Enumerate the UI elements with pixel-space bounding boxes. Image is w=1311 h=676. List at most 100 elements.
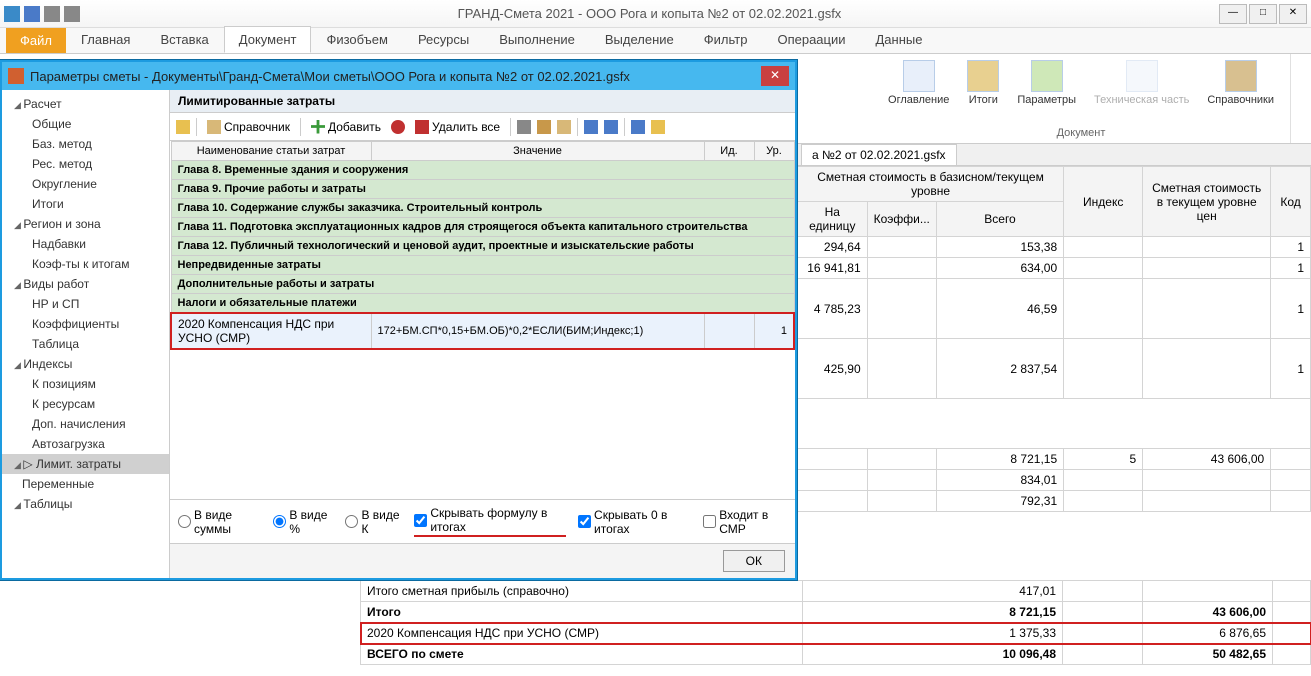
limit-grid[interactable]: Наименование статьи затрат Значение Ид. …	[170, 141, 795, 350]
app-icon	[4, 6, 20, 22]
btn-reference[interactable]: Справочники	[1201, 58, 1280, 108]
tab-operations[interactable]: Операации	[762, 26, 860, 53]
save-icon[interactable]	[631, 120, 645, 134]
tree-indexes[interactable]: Индексы	[2, 354, 169, 374]
dialog-content: Лимитированные затраты Справочник Добави…	[170, 90, 795, 578]
dialog-titlebar[interactable]: Параметры сметы - Документы\Гранд-Смета\…	[2, 62, 795, 90]
doc-tab[interactable]: а №2 от 02.02.2021.gsfx	[801, 144, 957, 165]
tree-calc[interactable]: Расчет	[2, 94, 169, 114]
radio-pct[interactable]: В виде %	[273, 508, 333, 536]
table-row-nds[interactable]: 2020 Компенсация НДС при УСНО (СМР)1 375…	[361, 623, 1311, 644]
minus-icon[interactable]	[391, 120, 405, 134]
tree-variables[interactable]: Переменные	[2, 474, 169, 494]
chapter-row[interactable]: Непредвиденные затраты	[171, 256, 794, 275]
tree-region[interactable]: Регион и зона	[2, 214, 169, 234]
table-row-total[interactable]: Итого8 721,1543 606,00	[361, 602, 1311, 623]
cell-value[interactable]: 172+БМ.СП*0,15+БМ.ОБ)*0,2*ЕСЛИ(БИМ;Индек…	[371, 313, 704, 349]
delete-icon	[415, 120, 429, 134]
tree-item[interactable]: Доп. начисления	[2, 414, 169, 434]
tree-item[interactable]: НР и СП	[2, 294, 169, 314]
ok-button[interactable]: ОК	[723, 550, 785, 572]
table-row[interactable]: 425,902 837,541	[798, 339, 1311, 399]
tab-home[interactable]: Главная	[66, 26, 145, 53]
chapter-row[interactable]: Глава 9. Прочие работы и затраты	[171, 180, 794, 199]
copy-icon[interactable]	[537, 120, 551, 134]
tree-item[interactable]: Таблица	[2, 334, 169, 354]
table-row[interactable]: 294,64153,381	[798, 237, 1311, 258]
table-row[interactable]: Итого сметная прибыль (справочно)417,01	[361, 581, 1311, 602]
maximize-button[interactable]: □	[1249, 4, 1277, 24]
tab-document[interactable]: Документ	[224, 26, 312, 53]
cell-id[interactable]	[704, 313, 754, 349]
btn-contents[interactable]: Оглавление	[882, 58, 955, 108]
save-icon[interactable]	[24, 6, 40, 22]
chapter-row[interactable]: Налоги и обязательные платежи	[171, 294, 794, 314]
tab-filter[interactable]: Фильтр	[689, 26, 763, 53]
tab-resources[interactable]: Ресурсы	[403, 26, 484, 53]
paste-icon[interactable]	[557, 120, 571, 134]
chapter-row[interactable]: Глава 10. Содержание службы заказчика. С…	[171, 199, 794, 218]
selected-row[interactable]: 2020 Компенсация НДС при УСНО (СМР) 172+…	[171, 313, 794, 349]
tree-item[interactable]: Коэф-ты к итогам	[2, 254, 169, 274]
btn-params[interactable]: Параметры	[1011, 58, 1082, 108]
cell-ur[interactable]: 1	[754, 313, 794, 349]
chapter-row[interactable]: Дополнительные работы и затраты	[171, 275, 794, 294]
open-icon[interactable]	[651, 120, 665, 134]
table-row-grand-total[interactable]: ВСЕГО по смете10 096,4850 482,65	[361, 644, 1311, 665]
radio-sum[interactable]: В виде суммы	[178, 508, 261, 536]
col-code: Код	[1271, 167, 1311, 237]
tree-item[interactable]: Округление	[2, 174, 169, 194]
tab-selection[interactable]: Выделение	[590, 26, 689, 53]
minimize-button[interactable]: —	[1219, 4, 1247, 24]
tab-insert[interactable]: Вставка	[145, 26, 223, 53]
tree-item[interactable]: К позициям	[2, 374, 169, 394]
table-row[interactable]: 4 785,2346,591	[798, 279, 1311, 339]
limit-grid-wrap[interactable]: Наименование статьи затрат Значение Ид. …	[170, 141, 795, 499]
table-row[interactable]: 16 941,81634,001	[798, 258, 1311, 279]
undo-icon[interactable]	[44, 6, 60, 22]
btn-add[interactable]: Добавить	[307, 118, 385, 136]
tree-item[interactable]: Надбавки	[2, 234, 169, 254]
chk-in-smr[interactable]: Входит в СМР	[703, 508, 787, 536]
tree-limit-costs[interactable]: ▷ Лимит. затраты	[2, 454, 169, 474]
chk-hide-zero[interactable]: Скрывать 0 в итогах	[578, 508, 691, 536]
totals-table[interactable]: Итого сметная прибыль (справочно)417,01 …	[360, 580, 1311, 665]
close-button[interactable]: ✕	[1279, 4, 1307, 24]
table-row[interactable]: 792,31	[798, 491, 1311, 512]
tree-item[interactable]: Общие	[2, 114, 169, 134]
btn-reference[interactable]: Справочник	[203, 118, 294, 136]
down-icon[interactable]	[604, 120, 618, 134]
tree-item[interactable]: Рес. метод	[2, 154, 169, 174]
tree-tables[interactable]: Таблицы	[2, 494, 169, 514]
tree-item[interactable]: Итоги	[2, 194, 169, 214]
tab-data[interactable]: Данные	[861, 26, 938, 53]
tab-physvol[interactable]: Физобъем	[311, 26, 403, 53]
btn-delete-all[interactable]: Удалить все	[411, 118, 504, 136]
tree-worktypes[interactable]: Виды работ	[2, 274, 169, 294]
chapter-row[interactable]: Глава 8. Временные здания и сооружения	[171, 161, 794, 180]
radio-k[interactable]: В виде К	[345, 508, 402, 536]
redo-icon[interactable]	[64, 6, 80, 22]
cost-table[interactable]: Сметная стоимость в базисном/текущем уро…	[797, 166, 1311, 512]
dialog-close-button[interactable]: ✕	[761, 66, 789, 86]
tree-item[interactable]: Автозагрузка	[2, 434, 169, 454]
cut-icon[interactable]	[517, 120, 531, 134]
table-row[interactable]: 8 721,15543 606,00	[798, 449, 1311, 470]
col-id: Ид.	[704, 142, 754, 161]
tree-item[interactable]: Коэффициенты	[2, 314, 169, 334]
table-row[interactable]: 834,01	[798, 470, 1311, 491]
up-icon[interactable]	[584, 120, 598, 134]
params-tree[interactable]: Расчет Общие Баз. метод Рес. метод Округ…	[2, 90, 170, 578]
chapter-row[interactable]: Глава 12. Публичный технологический и це…	[171, 237, 794, 256]
btn-totals[interactable]: Итоги	[961, 58, 1005, 108]
dialog-title: Параметры сметы - Документы\Гранд-Смета\…	[30, 69, 761, 84]
file-tab[interactable]: Файл	[6, 28, 66, 53]
cell-name[interactable]: 2020 Компенсация НДС при УСНО (СМР)	[171, 313, 371, 349]
col-total: Всего	[936, 202, 1063, 237]
tab-execution[interactable]: Выполнение	[484, 26, 590, 53]
star-icon[interactable]	[176, 120, 190, 134]
chapter-row[interactable]: Глава 11. Подготовка эксплуатационных ка…	[171, 218, 794, 237]
tree-item[interactable]: К ресурсам	[2, 394, 169, 414]
tree-item[interactable]: Баз. метод	[2, 134, 169, 154]
chk-hide-formula[interactable]: Скрывать формулу в итогах	[414, 506, 566, 537]
